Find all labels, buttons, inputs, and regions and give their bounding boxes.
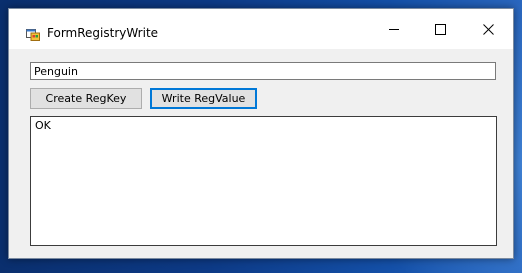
minimize-button[interactable]: [371, 9, 417, 49]
windows-form-icon: [26, 26, 40, 41]
app-window: FormRegistryWrite Create RegKey Write Re…: [8, 8, 514, 259]
registry-text-input[interactable]: [30, 62, 496, 80]
close-button[interactable]: [465, 9, 511, 49]
output-textbox[interactable]: OK: [30, 116, 497, 246]
form-client-area: Create RegKey Write RegValue OK: [9, 49, 513, 258]
write-regvalue-button[interactable]: Write RegValue: [150, 88, 257, 109]
minimize-icon: [388, 24, 400, 35]
window-title: FormRegistryWrite: [47, 26, 159, 40]
maximize-button[interactable]: [417, 9, 463, 49]
title-bar[interactable]: FormRegistryWrite: [9, 9, 513, 49]
maximize-icon: [434, 23, 446, 35]
create-regkey-button[interactable]: Create RegKey: [30, 88, 142, 109]
close-icon: [482, 23, 494, 35]
